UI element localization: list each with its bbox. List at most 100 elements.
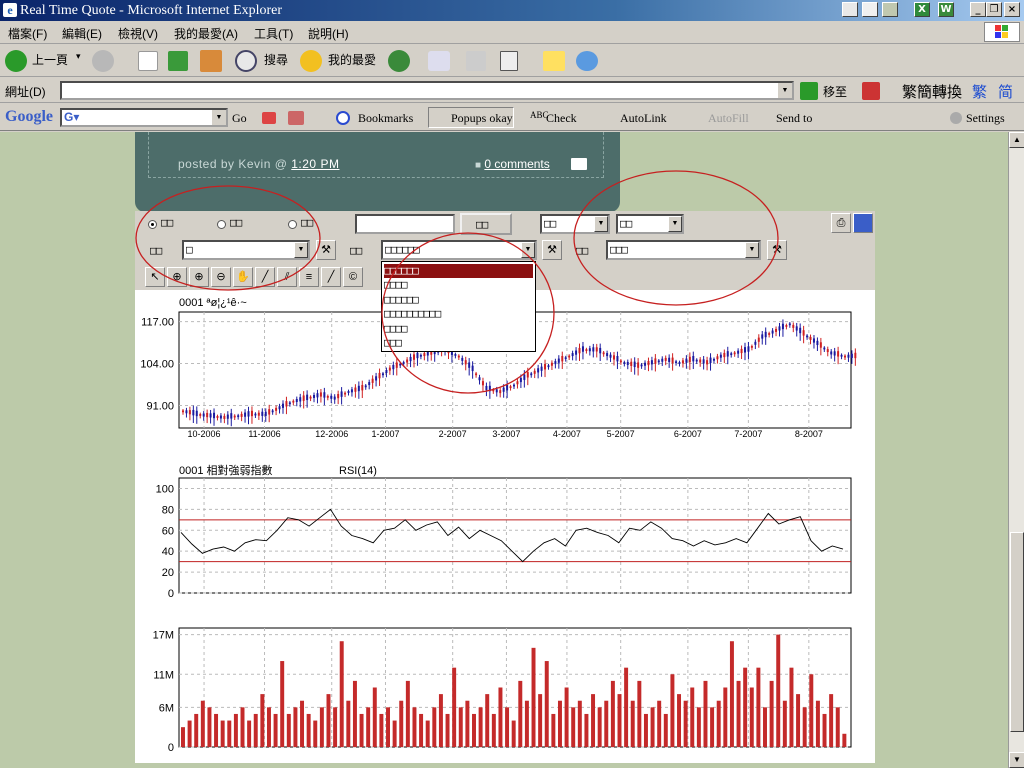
dropdown-option[interactable]: □□□□ — [384, 322, 407, 336]
post-time-link[interactable]: 1:20 PM — [291, 157, 339, 171]
google-go-button[interactable]: Go — [232, 111, 247, 126]
menu-file[interactable]: 檔案(F) — [8, 25, 47, 42]
pan-hand-icon[interactable]: ✋ — [233, 267, 253, 287]
translate-icon[interactable] — [862, 82, 880, 100]
sendto-button[interactable]: Send to — [776, 111, 812, 126]
history-icon[interactable] — [388, 50, 410, 72]
indicator-select[interactable]: □□□□□□ ▼ — [381, 240, 537, 260]
google-options-icon[interactable] — [288, 111, 304, 125]
traditional-button[interactable]: 繁 — [972, 81, 987, 102]
menu-help[interactable]: 說明(H) — [308, 25, 349, 42]
autolink-button[interactable]: AutoLink — [620, 111, 667, 126]
zoom-in-icon[interactable]: ⊕ — [189, 267, 209, 287]
chevron-down-icon[interactable]: ▼ — [668, 216, 682, 232]
charts-svg[interactable]: 91.00 104.00 117.00 0 20 40 60 80 100 0 6M 11M 17M 00… — [135, 290, 875, 763]
tray-icon[interactable] — [842, 2, 858, 17]
chevron-down-icon[interactable]: ▼ — [745, 242, 759, 258]
favorites-star-icon[interactable] — [300, 50, 322, 72]
bookmark-star-icon[interactable] — [336, 111, 350, 125]
mail-icon[interactable] — [428, 51, 450, 71]
search-icon[interactable] — [235, 50, 257, 72]
chevron-down-icon[interactable]: ▼ — [521, 242, 535, 258]
google-search-input[interactable]: G▾ ▼ — [60, 108, 228, 127]
crosshair-tool-icon[interactable]: ⊕ — [167, 267, 187, 287]
email-post-icon[interactable] — [571, 158, 587, 170]
window-title-bar[interactable]: e Real Time Quote - Microsoft Internet E… — [0, 0, 1024, 21]
back-button[interactable]: 上一頁 — [32, 51, 68, 68]
comments-link[interactable]: 0 comments — [484, 157, 549, 171]
zoom-out-icon[interactable]: ⊖ — [211, 267, 231, 287]
google-logo[interactable]: Google — [5, 108, 53, 126]
fibonacci-tool-icon[interactable]: ≡ — [299, 267, 319, 287]
forward-icon[interactable] — [92, 50, 114, 72]
tray-icon[interactable] — [882, 2, 898, 17]
chevron-down-icon[interactable]: ▼ — [594, 216, 608, 232]
scroll-down-button[interactable]: ▼ — [1009, 752, 1024, 768]
bookmarks-button[interactable]: Bookmarks — [358, 111, 413, 126]
popup-blocker[interactable]: Popups okay — [428, 107, 514, 128]
hammer-tool-icon[interactable]: ⚒ — [316, 240, 336, 260]
dropdown-option[interactable]: □□□□ — [384, 278, 407, 292]
messenger-icon[interactable] — [576, 51, 598, 71]
hammer-tool-icon[interactable]: ⚒ — [542, 240, 562, 260]
menu-edit[interactable]: 編輯(E) — [62, 25, 102, 42]
restore-button[interactable]: ❐ — [986, 2, 1002, 17]
go-arrow-icon[interactable] — [800, 82, 818, 100]
dropdown-option[interactable]: □□□ — [384, 336, 402, 350]
menu-view[interactable]: 檢視(V) — [118, 25, 158, 42]
search-submit-button[interactable]: □□ — [460, 213, 512, 235]
app-icon[interactable]: W — [938, 2, 954, 17]
home-icon[interactable] — [200, 50, 222, 72]
go-button[interactable]: 移至 — [823, 83, 847, 100]
google-dropdown-icon[interactable]: ▼ — [212, 110, 226, 125]
close-button[interactable]: × — [1004, 2, 1020, 17]
parallel-line-icon[interactable]: ⫽ — [277, 267, 297, 287]
autofill-button[interactable]: AutoFill — [708, 111, 749, 126]
indicator-dropdown-list[interactable]: □□□□□□ □□□□ □□□□□□ □□□□□□□□□□ □□□□ □□□ — [381, 261, 536, 352]
pointer-tool-icon[interactable]: ↖ — [145, 267, 165, 287]
menu-favorites[interactable]: 我的最愛(A) — [174, 25, 238, 42]
excel-icon[interactable]: X — [914, 2, 930, 17]
simplified-button[interactable]: 简 — [998, 81, 1013, 102]
period-select[interactable]: □ ▼ — [182, 240, 310, 260]
back-dropdown[interactable]: ▾ — [76, 51, 81, 62]
back-icon[interactable] — [5, 50, 27, 72]
print-chart-icon[interactable]: ⎙ — [831, 213, 851, 233]
tray-icon[interactable] — [862, 2, 878, 17]
minimize-button[interactable]: _ — [970, 2, 986, 17]
select-a[interactable]: □□ ▼ — [540, 214, 610, 234]
radio-option-2[interactable] — [217, 220, 226, 229]
convert-label[interactable]: 繁簡轉換 — [902, 81, 962, 102]
favorites-button[interactable]: 我的最愛 — [328, 51, 376, 68]
search-button[interactable]: 搜尋 — [264, 51, 288, 68]
window-icon[interactable] — [853, 213, 873, 233]
address-input[interactable]: ▼ — [60, 81, 794, 100]
dropdown-option[interactable]: □□□□□□□□□□ — [384, 307, 441, 321]
dropdown-option[interactable]: □□□□□□ — [384, 264, 533, 278]
settings-icon[interactable] — [950, 112, 962, 124]
stock-code-input[interactable] — [355, 214, 455, 234]
radio-option-1[interactable] — [148, 220, 157, 229]
scroll-thumb[interactable] — [1010, 532, 1024, 732]
vertical-scrollbar[interactable]: ▲ ▼ — [1008, 132, 1024, 768]
copy-tool-icon[interactable]: © — [343, 267, 363, 287]
settings-button[interactable]: Settings — [966, 111, 1005, 126]
dropdown-option[interactable]: □□□□□□ — [384, 293, 419, 307]
check-button[interactable]: Check — [546, 111, 577, 126]
line-tool-icon[interactable]: ╱ — [321, 267, 341, 287]
edit-icon[interactable] — [500, 51, 518, 71]
menu-tools[interactable]: 工具(T) — [254, 25, 293, 42]
overlay-select[interactable]: □□□ ▼ — [606, 240, 761, 260]
radio-option-3[interactable] — [288, 220, 297, 229]
print-icon[interactable] — [466, 51, 486, 71]
scroll-up-button[interactable]: ▲ — [1009, 132, 1024, 148]
discuss-icon[interactable] — [543, 51, 565, 71]
address-dropdown-icon[interactable]: ▼ — [778, 83, 792, 98]
pagerank-icon[interactable] — [262, 112, 276, 124]
hammer-tool-icon[interactable]: ⚒ — [767, 240, 787, 260]
refresh-icon[interactable] — [168, 51, 188, 71]
trendline-tool-icon[interactable]: ╱ — [255, 267, 275, 287]
select-b[interactable]: □□ ▼ — [616, 214, 684, 234]
chevron-down-icon[interactable]: ▼ — [294, 242, 308, 258]
stop-icon[interactable] — [138, 51, 158, 71]
